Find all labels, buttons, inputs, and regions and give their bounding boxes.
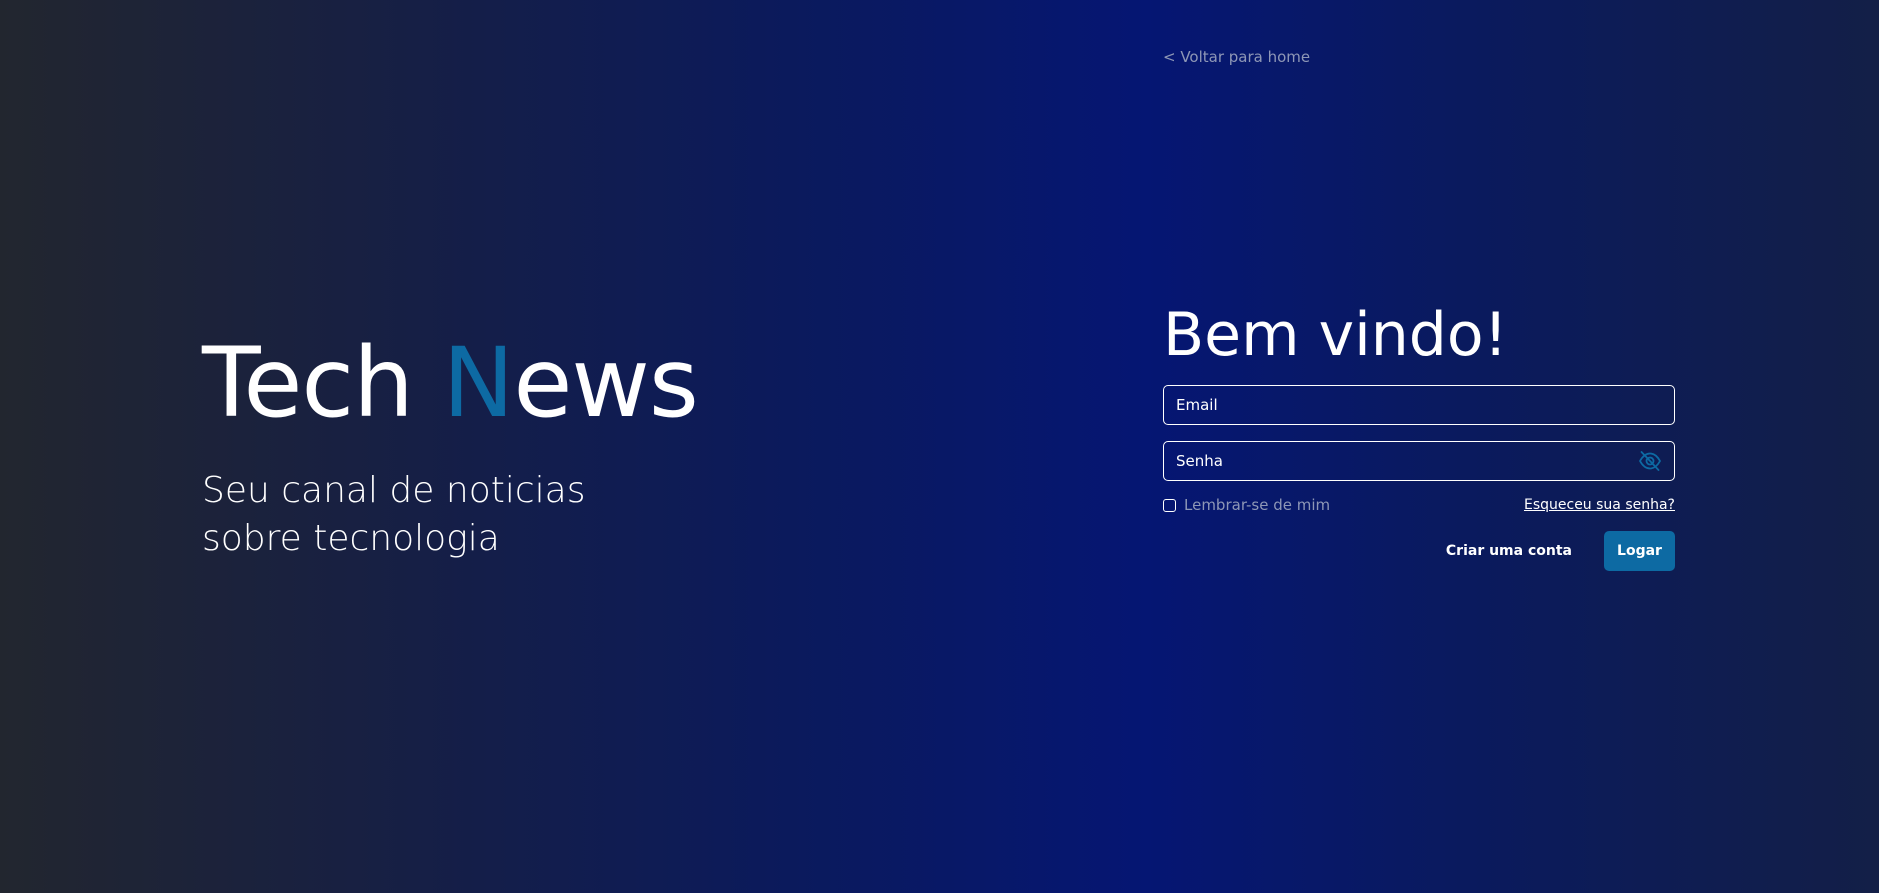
password-input[interactable]: [1164, 442, 1674, 480]
forgot-password-link[interactable]: Esqueceu sua senha?: [1524, 497, 1675, 513]
brand-title-part2: ews: [513, 327, 699, 439]
remember-me-checkbox[interactable]: [1163, 498, 1176, 512]
login-form: Bem vindo! Lembrar-se de mim Esqueceu su…: [1163, 305, 1675, 571]
welcome-title: Bem vindo!: [1163, 300, 1508, 370]
brand-title-accent-letter: N: [442, 327, 515, 439]
create-account-button[interactable]: Criar uma conta: [1446, 543, 1572, 559]
remember-me[interactable]: Lembrar-se de mim: [1163, 496, 1330, 514]
tagline-line-1: Seu canal de noticias: [202, 470, 586, 511]
email-input[interactable]: [1164, 386, 1674, 424]
back-to-home-link[interactable]: < Voltar para home: [1163, 48, 1310, 66]
form-actions: Criar uma conta Logar: [1163, 531, 1675, 571]
email-field-wrapper: [1163, 385, 1675, 425]
eye-off-icon[interactable]: [1638, 450, 1662, 472]
login-button[interactable]: Logar: [1604, 531, 1675, 571]
password-field-wrapper: [1163, 441, 1675, 481]
login-options: Lembrar-se de mim Esqueceu sua senha?: [1163, 495, 1675, 515]
hero-section: Tech News Seu canal de noticias sobre te…: [202, 335, 699, 563]
remember-me-label: Lembrar-se de mim: [1184, 496, 1331, 514]
tagline: Seu canal de noticias sobre tecnologia: [202, 467, 642, 563]
tagline-line-2: sobre tecnologia: [202, 518, 500, 559]
brand-title: Tech News: [202, 335, 699, 431]
brand-title-part1: Tech: [202, 327, 443, 439]
